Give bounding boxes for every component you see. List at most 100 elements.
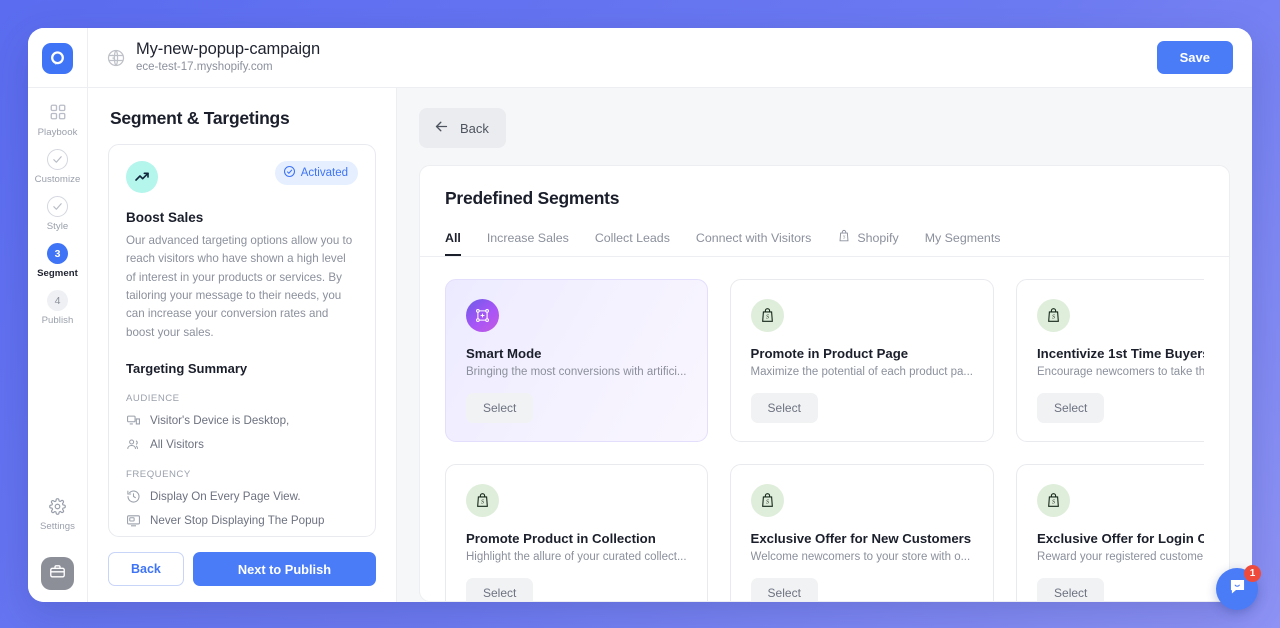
panel-footer: Back Next to Publish [108, 537, 376, 602]
card-title: Smart Mode [466, 346, 542, 361]
segment-name: Boost Sales [126, 210, 204, 225]
check-circle-icon [47, 149, 68, 170]
tab-label: Collect Leads [594, 230, 670, 245]
summary-row: Display On Every Page View. [126, 489, 358, 504]
card-description: Encourage newcomers to take the leap wi.… [1037, 366, 1204, 378]
avatar[interactable] [41, 557, 74, 590]
card-description: Bringing the most conversions with artif… [466, 366, 687, 378]
desktop-icon [126, 413, 141, 428]
shopify-bag-icon: S [750, 484, 784, 517]
sidebar-item-settings[interactable]: Settings [28, 495, 87, 532]
card-description: Maximize the potential of each product p… [750, 366, 974, 378]
next-to-publish-button[interactable]: Next to Publish [192, 552, 376, 586]
sidebar-item-label: Publish [41, 315, 74, 326]
svg-text:S: S [1052, 315, 1055, 321]
segment-card-smart-mode[interactable]: Smart Mode Bringing the most conversions… [445, 279, 708, 442]
panel-heading: Predefined Segments [445, 188, 620, 208]
select-button[interactable]: Select [1037, 578, 1105, 601]
history-clock-icon [126, 489, 141, 504]
card-title: Promote in Product Page [750, 346, 909, 361]
sidebar-item-label: Customize [34, 174, 81, 185]
sidebar-item-label: Segment [37, 268, 78, 279]
smart-frame-icon [466, 299, 499, 332]
card-title: Exclusive Offer for New Customers [750, 531, 972, 546]
segment-card-promote-in-product-page[interactable]: S Promote in Product Page Maximize the p… [729, 279, 995, 442]
tab-shopify[interactable]: S Shopify [837, 229, 899, 257]
card-title: Incentivize 1st Time Buyers [1037, 346, 1204, 361]
segment-card-exclusive-offer-for-new-customers[interactable]: S Exclusive Offer for New Customers Welc… [729, 464, 995, 601]
summary-row: Never Stop Displaying The Popup [126, 513, 358, 528]
svg-text:S: S [843, 235, 846, 240]
select-button[interactable]: Select [750, 393, 818, 423]
trending-up-icon [126, 161, 158, 193]
chat-launcher-button[interactable]: 1 [1216, 565, 1261, 610]
sidebar-item-customize[interactable]: Customize [28, 149, 87, 185]
tab-label: Increase Sales [486, 230, 569, 245]
check-circle-icon [283, 165, 296, 181]
card-description: Reward your registered customers with ex… [1037, 551, 1204, 563]
shopify-bag-icon: S [1037, 484, 1071, 517]
summary-row: Visitor's Device is Desktop, [126, 413, 358, 428]
tab-connect-with-visitors[interactable]: Connect with Visitors [696, 231, 811, 256]
sidebar-item-publish[interactable]: 4 Publish [28, 290, 87, 326]
back-button[interactable]: Back [108, 552, 184, 586]
status-badge: Activated [274, 161, 358, 185]
arrow-left-icon [433, 118, 450, 138]
top-bar: My-new-popup-campaign ece-test-17.myshop… [28, 28, 1252, 88]
segment-left-panel: Segment & Targetings Activated Boost Sal… [88, 88, 397, 602]
main-content: Back Predefined Segments All Increase Sa… [397, 88, 1252, 602]
targeting-summary-title: Targeting Summary [126, 360, 248, 376]
sidebar-item-label: Settings [39, 521, 76, 532]
sidebar-item-playbook[interactable]: Playbook [28, 101, 87, 138]
segment-description: Our advanced targeting options allow you… [126, 234, 353, 339]
summary-row-text: Display On Every Page View. [150, 489, 301, 503]
select-button[interactable]: Select [466, 578, 534, 601]
step-rail: Playbook Customize Style 3 Segment 4 Pub… [28, 88, 88, 602]
brand-cell[interactable] [28, 28, 88, 88]
svg-text:S: S [481, 500, 484, 506]
page-title: Segment & Targetings [110, 108, 290, 128]
summary-row-text: All Visitors [150, 437, 204, 451]
svg-text:S: S [1052, 500, 1055, 506]
back-button-label: Back [460, 120, 489, 136]
tab-label: All [445, 230, 461, 245]
summary-row-text: Never Stop Displaying The Popup [150, 513, 325, 527]
grid-icon [47, 101, 69, 123]
tab-label: My Segments [924, 230, 1001, 245]
popupsmart-logo-icon [42, 42, 73, 74]
tab-label: Connect with Visitors [695, 230, 812, 245]
sidebar-item-segment[interactable]: 3 Segment [28, 243, 87, 279]
segment-card-incentivize-1st-time-buyers[interactable]: S Incentivize 1st Time Buyers Encourage … [1016, 279, 1204, 442]
sidebar-item-label: Style [46, 221, 69, 232]
tab-all[interactable]: All [445, 231, 461, 256]
app-window: My-new-popup-campaign ece-test-17.myshop… [28, 28, 1252, 602]
svg-text:S: S [766, 500, 769, 506]
select-button[interactable]: Select [466, 393, 534, 423]
segment-cards-scroll[interactable]: Smart Mode Bringing the most conversions… [445, 257, 1204, 601]
step-number-badge: 3 [47, 243, 68, 264]
tab-label: Shopify [857, 230, 899, 245]
save-button[interactable]: Save [1156, 41, 1233, 74]
svg-text:S: S [766, 315, 769, 321]
shopify-bag-icon: S [466, 484, 499, 517]
sidebar-item-label: Playbook [37, 127, 78, 138]
step-number-badge: 4 [47, 290, 68, 311]
status-badge-label: Activated [300, 167, 348, 179]
segment-card-promote-product-in-collection[interactable]: S Promote Product in Collection Highligh… [445, 464, 708, 601]
card-description: Welcome newcomers to your store with o..… [750, 551, 971, 563]
sidebar-item-style[interactable]: Style [28, 196, 87, 232]
shopify-bag-icon: S [1037, 299, 1071, 332]
segment-tabs: All Increase Sales Collect Leads Connect… [420, 229, 1229, 257]
tab-collect-leads[interactable]: Collect Leads [595, 231, 670, 256]
card-description: Highlight the allure of your curated col… [466, 551, 687, 563]
select-button[interactable]: Select [1037, 393, 1105, 423]
summary-row: All Visitors [126, 437, 358, 452]
active-segment-card: Activated Boost Sales Our advanced targe… [108, 144, 376, 537]
segment-card-exclusive-offer-for-login-customers[interactable]: S Exclusive Offer for Login Customers Re… [1016, 464, 1204, 601]
back-button-main[interactable]: Back [419, 108, 506, 148]
shopify-bag-icon: S [750, 299, 784, 332]
select-button[interactable]: Select [750, 578, 818, 601]
predefined-segments-panel: Predefined Segments All Increase Sales C… [419, 165, 1230, 602]
tab-my-segments[interactable]: My Segments [925, 231, 1001, 256]
tab-increase-sales[interactable]: Increase Sales [487, 231, 569, 256]
